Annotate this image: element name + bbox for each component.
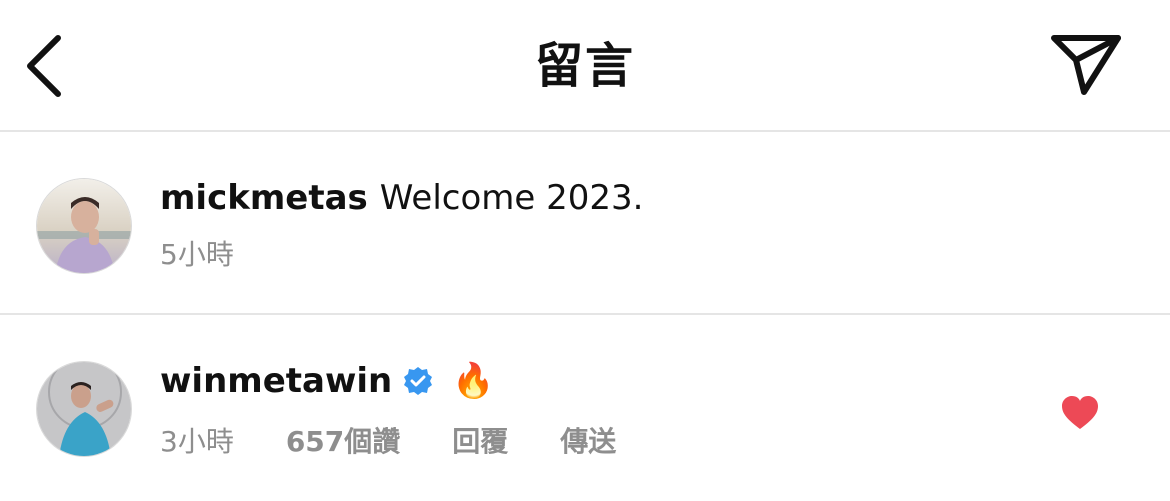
avatar-image [37, 362, 131, 456]
share-button[interactable] [1046, 30, 1126, 100]
comment-item: mickmetas Welcome 2023. 5小時 [0, 132, 1170, 315]
avatar[interactable] [36, 361, 132, 457]
avatar-image [37, 179, 131, 273]
comment-line: mickmetas Welcome 2023. [160, 178, 643, 218]
paper-plane-icon [1051, 35, 1121, 95]
comment-text: Welcome 2023. [379, 178, 644, 218]
comment-meta: 3小時 657個讚 回覆 傳送 [160, 425, 616, 459]
like-button[interactable] [1060, 395, 1100, 431]
send-button[interactable]: 傳送 [560, 425, 616, 459]
comment-username[interactable]: mickmetas [160, 178, 368, 218]
comment-time: 5小時 [160, 238, 234, 271]
comment-time: 3小時 [160, 425, 234, 458]
header-bar: 留言 [0, 0, 1170, 132]
likes-count[interactable]: 657個讚 [286, 425, 400, 459]
avatar[interactable] [36, 178, 132, 274]
comment-meta: 5小時 [160, 238, 234, 272]
comment-username[interactable]: winmetawin [160, 361, 392, 401]
comment-item: winmetawin 🔥 3小時 657個讚 回覆 傳送 [0, 315, 1170, 501]
reply-button[interactable]: 回覆 [452, 425, 508, 459]
comment-line: winmetawin 🔥 [160, 361, 495, 401]
page-title: 留言 [534, 38, 635, 94]
comment-text: 🔥 [452, 361, 495, 401]
heart-icon [1062, 396, 1098, 429]
verified-badge-icon [402, 365, 434, 397]
